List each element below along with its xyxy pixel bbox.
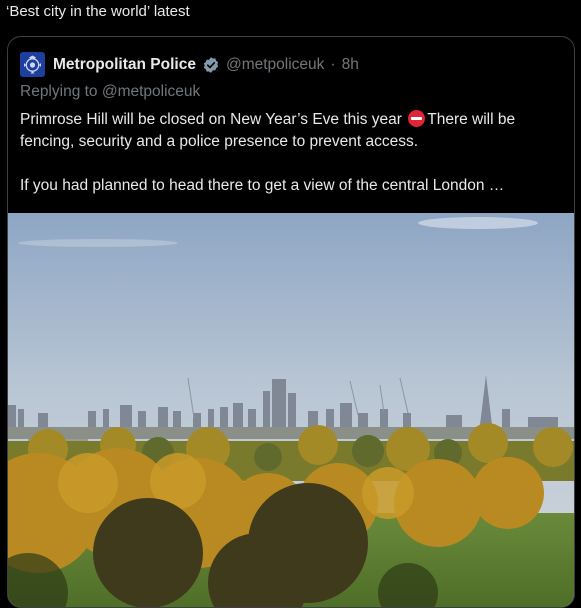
tweet-timestamp[interactable]: 8h <box>342 56 359 74</box>
author-handle[interactable]: @metpoliceuk <box>226 56 324 74</box>
timeline-header: ‘Best city in the world’ latest <box>6 3 190 20</box>
london-skyline-from-primrose-hill-photo[interactable] <box>8 213 574 607</box>
metropolitan-police-crest-icon <box>24 55 41 74</box>
verified-badge-icon <box>202 56 220 74</box>
tweet-text: Primrose Hill will be closed on New Year… <box>20 109 565 197</box>
avatar[interactable] <box>20 52 45 77</box>
no-entry-emoji-icon <box>408 110 426 127</box>
display-name[interactable]: Metropolitan Police <box>53 56 196 74</box>
meta-separator: · <box>330 55 336 73</box>
reply-context: Replying to @metpoliceuk <box>20 83 201 100</box>
tweet-text-part-3: If you had planned to head there to get … <box>20 177 505 194</box>
quoted-tweet-card[interactable]: Metropolitan Police @metpoliceuk · 8h Re… <box>7 36 575 608</box>
tweet-author-row: Metropolitan Police @metpoliceuk · 8h <box>20 52 359 77</box>
tweet-text-part-1: Primrose Hill will be closed on New Year… <box>20 111 407 128</box>
